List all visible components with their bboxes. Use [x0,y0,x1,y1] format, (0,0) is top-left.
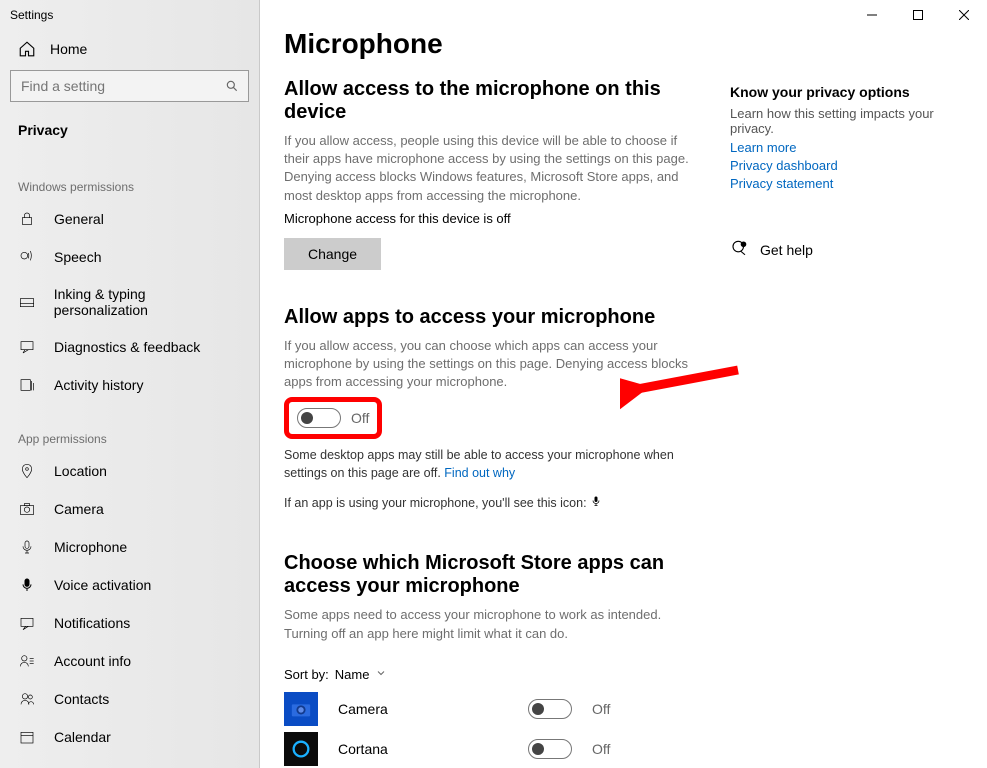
search-input[interactable] [10,70,249,102]
calendar-icon [18,728,36,746]
section2-heading: Allow apps to access your microphone [284,306,704,329]
privacy-options-desc: Learn how this setting impacts your priv… [730,106,940,136]
history-icon [18,376,36,394]
nav-account-info[interactable]: Account info [0,642,259,680]
search-icon [224,78,240,94]
section-app-permissions: App permissions [0,404,259,452]
mic-indicator-icon [590,496,602,510]
voice-icon [18,576,36,594]
app-row-camera: Camera Off [284,692,704,726]
lock-icon [18,210,36,228]
app-cortana-toggle[interactable] [528,739,572,759]
nav-notifications[interactable]: Notifications [0,604,259,642]
nav-item-label: Voice activation [54,577,151,593]
keyboard-icon [18,293,36,311]
nav-contacts[interactable]: Contacts [0,680,259,718]
app-cortana-toggle-state: Off [592,741,610,757]
nav-general[interactable]: General [0,200,259,238]
learn-more-link[interactable]: Learn more [730,140,940,155]
chevron-down-icon [375,667,387,682]
speech-icon [18,248,36,266]
privacy-options-heading: Know your privacy options [730,84,940,100]
nav-home-label: Home [50,41,87,57]
camera-app-icon [284,692,318,726]
nav-item-label: Calendar [54,729,111,745]
mic-icon-note: If an app is using your microphone, you'… [284,495,704,513]
sort-by-dropdown[interactable]: Sort by: Name [284,667,704,682]
nav-item-label: Activity history [54,377,143,393]
section-windows-permissions: Windows permissions [0,152,259,200]
nav-item-label: Account info [54,653,131,669]
desktop-apps-note: Some desktop apps may still be able to a… [284,447,704,482]
nav-microphone[interactable]: Microphone [0,528,259,566]
section1-desc: If you allow access, people using this d… [284,132,704,205]
find-out-why-link[interactable]: Find out why [444,466,515,480]
related-panel: Know your privacy options Learn how this… [720,0,950,768]
nav-calendar[interactable]: Calendar [0,718,259,756]
privacy-dashboard-link[interactable]: Privacy dashboard [730,158,940,173]
cortana-app-icon [284,732,318,766]
nav-item-label: Speech [54,249,101,265]
section3-desc: Some apps need to access your microphone… [284,606,704,642]
app-name-label: Camera [338,701,508,717]
nav-diagnostics[interactable]: Diagnostics & feedback [0,328,259,366]
nav-item-label: General [54,211,104,227]
allow-apps-toggle[interactable] [297,408,341,428]
notification-icon [18,614,36,632]
allow-apps-toggle-state: Off [351,410,369,426]
camera-icon [18,500,36,518]
nav-location[interactable]: Location [0,452,259,490]
section2-desc: If you allow access, you can choose whic… [284,337,704,392]
feedback-icon [18,338,36,356]
mic-access-status: Microphone access for this device is off [284,211,704,226]
app-title: Settings [0,0,259,28]
microphone-icon [18,538,36,556]
change-button[interactable]: Change [284,238,381,270]
nav-item-label: Camera [54,501,104,517]
get-help-link[interactable]: Get help [730,239,940,260]
nav-camera[interactable]: Camera [0,490,259,528]
location-icon [18,462,36,480]
nav-item-label: Contacts [54,691,109,707]
app-camera-toggle-state: Off [592,701,610,717]
nav-item-label: Location [54,463,107,479]
nav-inking[interactable]: Inking & typing personalization [0,276,259,328]
content-area: Microphone Allow access to the microphon… [260,0,720,768]
contacts-icon [18,690,36,708]
main-panel: Microphone Allow access to the microphon… [260,0,987,768]
app-row-cortana: Cortana Off [284,732,704,766]
sidebar: Settings Home Privacy Windows permission… [0,0,260,768]
nav-home[interactable]: Home [0,28,259,70]
privacy-statement-link[interactable]: Privacy statement [730,176,940,191]
annotation-highlight: Off [284,397,382,439]
section1-heading: Allow access to the microphone on this d… [284,78,704,124]
section3-heading: Choose which Microsoft Store apps can ac… [284,552,704,598]
nav-item-label: Microphone [54,539,127,555]
nav-voice-activation[interactable]: Voice activation [0,566,259,604]
home-icon [18,40,36,58]
nav-item-label: Inking & typing personalization [54,286,241,318]
page-title: Microphone [284,28,704,60]
nav-speech[interactable]: Speech [0,238,259,276]
help-icon [730,239,748,260]
nav-item-label: Notifications [54,615,130,631]
search-field[interactable] [19,77,224,95]
nav-activity[interactable]: Activity history [0,366,259,404]
account-icon [18,652,36,670]
nav-item-label: Diagnostics & feedback [54,339,200,355]
app-name-label: Cortana [338,741,508,757]
privacy-heading: Privacy [0,112,259,152]
app-camera-toggle[interactable] [528,699,572,719]
